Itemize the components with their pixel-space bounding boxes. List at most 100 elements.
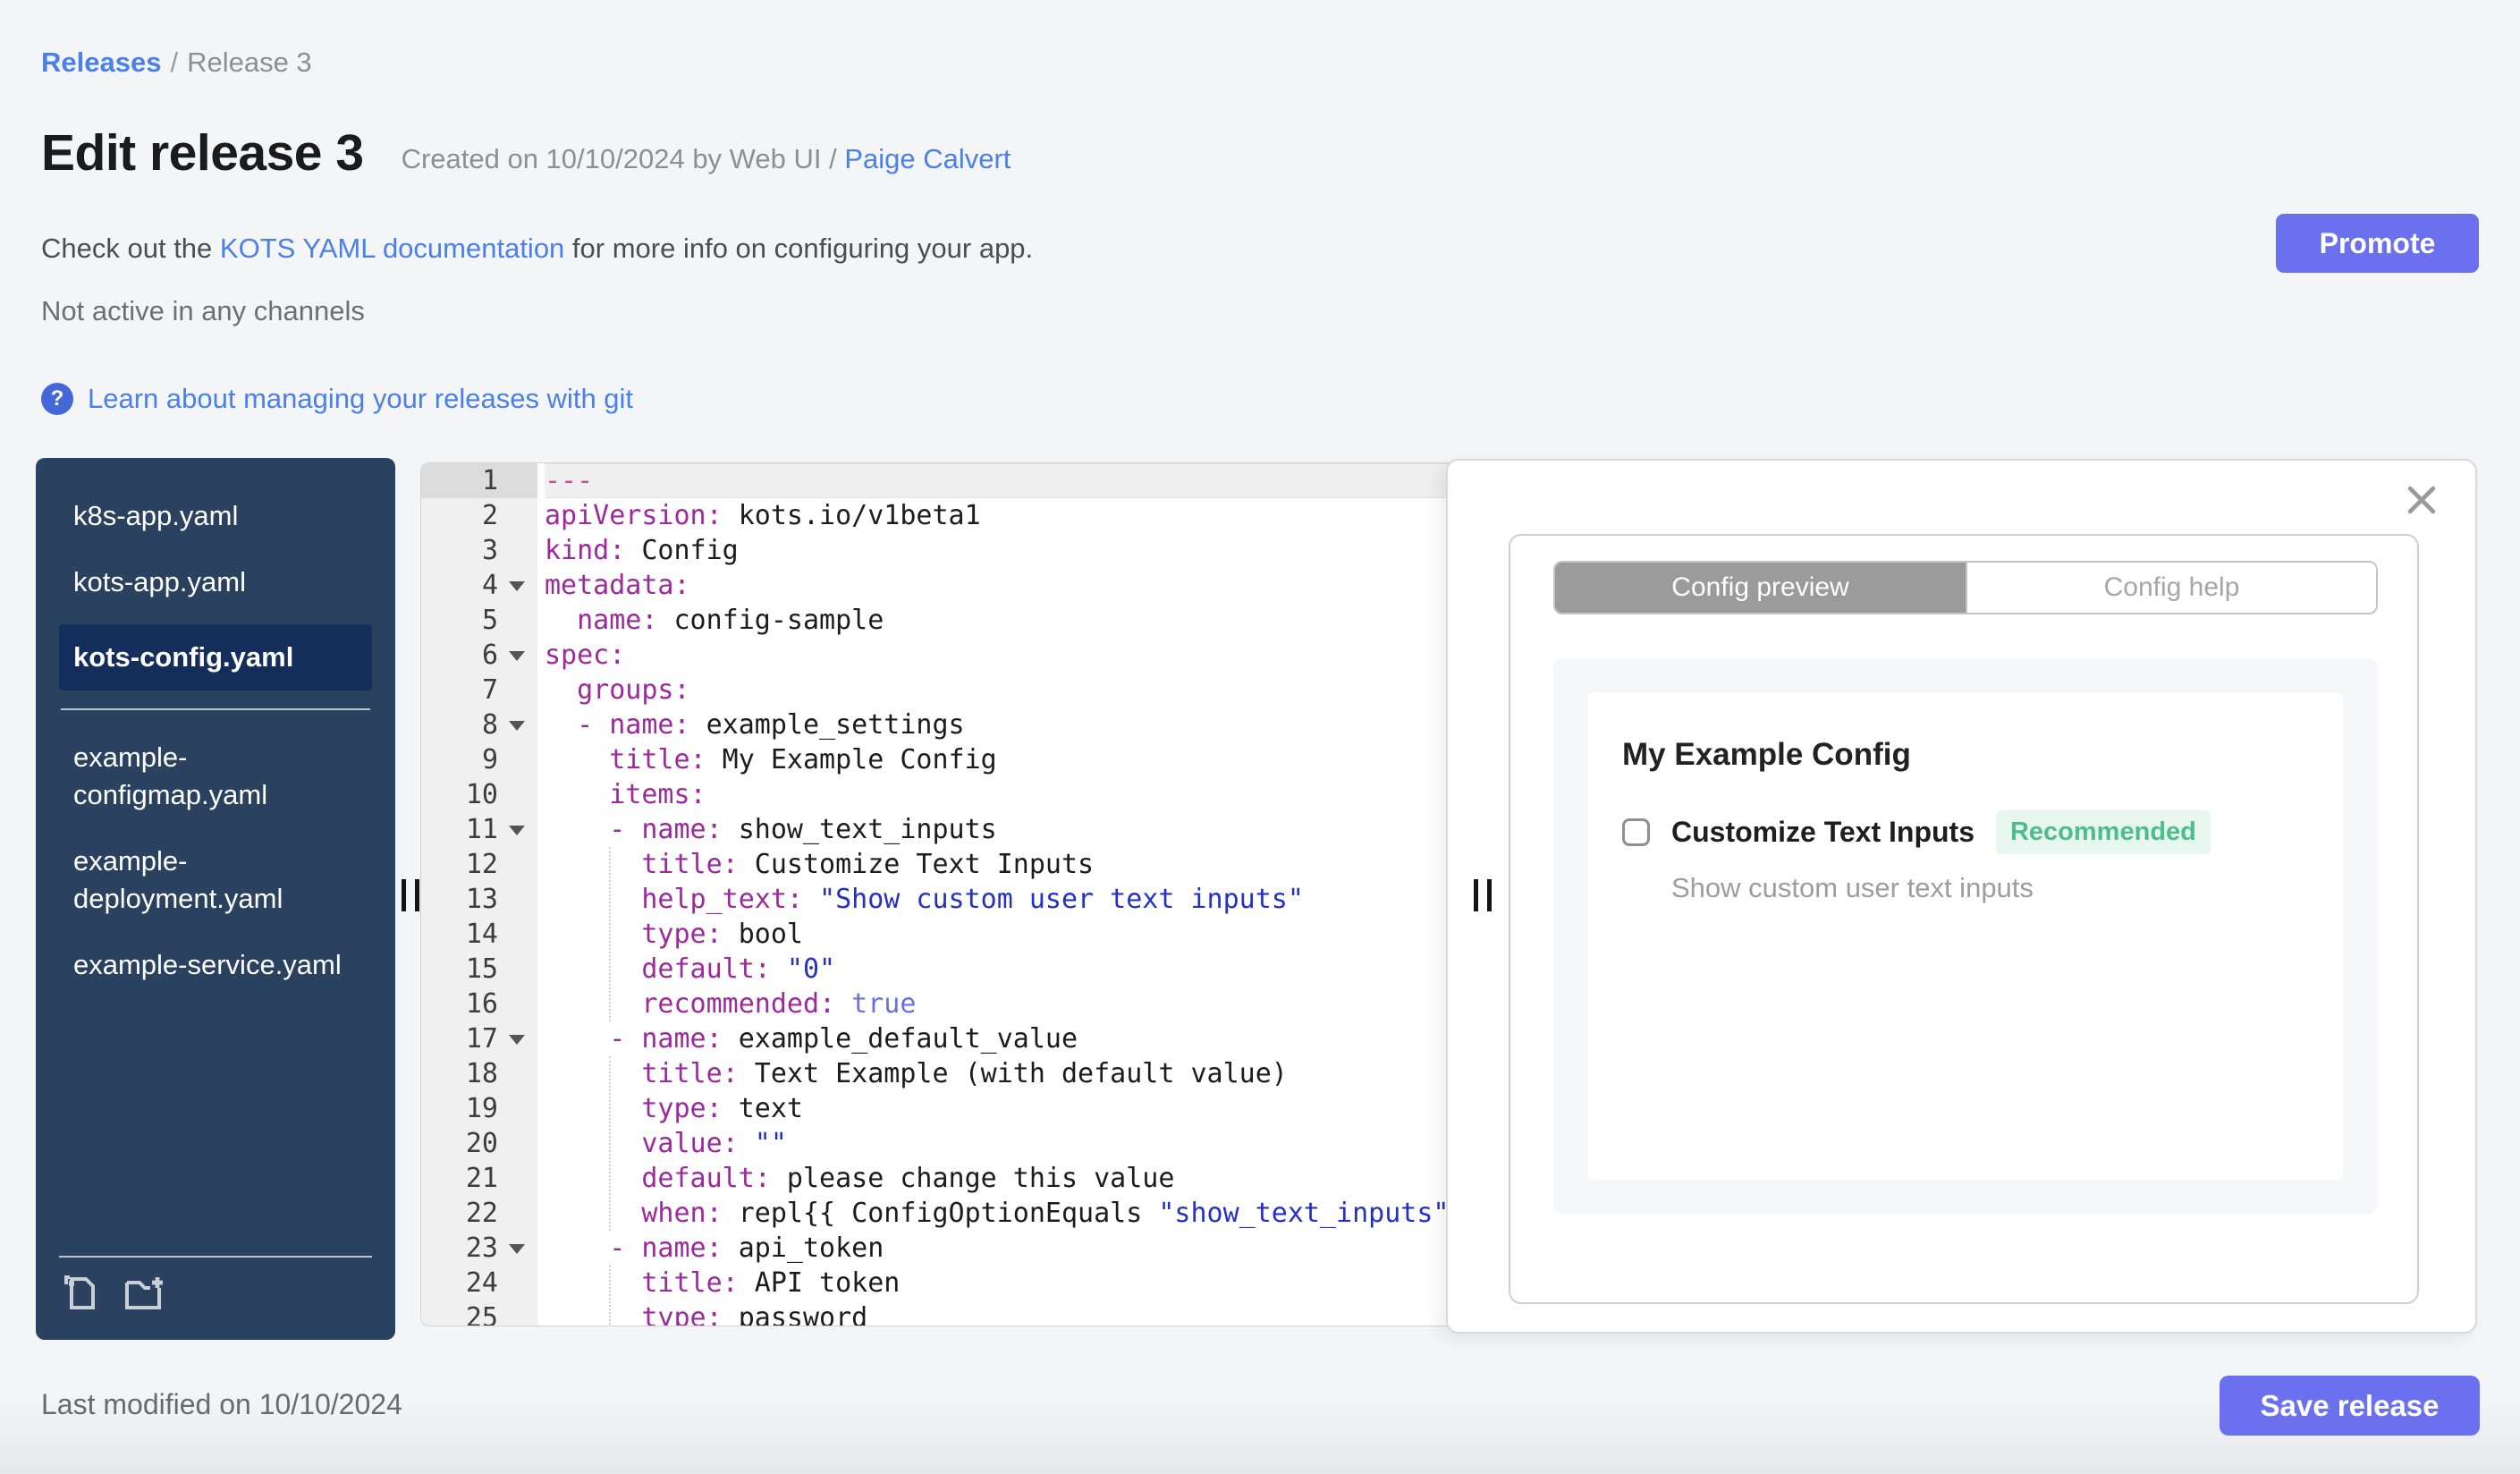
code-line-23: - name: api_token — [609, 1233, 884, 1264]
doc-line: Check out the KOTS YAML documentation fo… — [41, 233, 1033, 265]
line-number-3: 3 — [481, 535, 498, 566]
sidebar-file-kots-config.yaml[interactable]: kots-config.yaml — [59, 624, 372, 690]
code-line-4: metadata: — [545, 570, 690, 601]
code-line-18: title: Text Example (with default value) — [641, 1058, 1288, 1089]
line-number-22: 22 — [465, 1198, 498, 1229]
code-line-8: - name: example_settings — [577, 709, 965, 741]
breadcrumb-releases-link[interactable]: Releases — [41, 47, 161, 78]
fold-arrow-icon[interactable] — [509, 1035, 525, 1045]
file-sidebar: k8s-app.yaml kots-app.yaml kots-config.yam… — [36, 458, 395, 1340]
sidebar-file-k8s-app.yaml[interactable]: k8s-app.yaml — [59, 492, 372, 540]
config-preview-body: My Example Config Customize Text Inputs … — [1553, 658, 2378, 1214]
code-line-17: - name: example_default_value — [609, 1023, 1078, 1055]
code-line-7: groups: — [577, 674, 690, 706]
line-number-18: 18 — [465, 1058, 498, 1089]
code-line-16: recommended: true — [641, 988, 917, 1020]
indent-guide — [609, 1056, 612, 1231]
code-line-12: title: Customize Text Inputs — [641, 849, 1095, 880]
recommended-badge: Recommended — [1995, 810, 2211, 854]
line-number-14: 14 — [465, 919, 498, 950]
sidebar-resize-handle[interactable] — [402, 879, 419, 911]
doc-suffix: for more info on configuring your app. — [564, 233, 1034, 264]
line-number-19: 19 — [465, 1093, 498, 1124]
config-item-help: Show custom user text inputs — [1671, 872, 2034, 903]
line-number-10: 10 — [465, 779, 498, 810]
fold-arrow-icon[interactable] — [509, 826, 525, 835]
breadcrumb-separator: / — [170, 47, 179, 78]
line-number-25: 25 — [465, 1302, 498, 1326]
line-number-5: 5 — [481, 605, 498, 636]
fold-arrow-icon[interactable] — [509, 721, 525, 731]
config-item-row: Customize Text Inputs Recommended — [1622, 810, 2309, 854]
code-line-5: name: config-sample — [577, 605, 884, 636]
close-icon[interactable] — [2402, 480, 2441, 520]
code-line-2: apiVersion: kots.io/v1beta1 — [545, 500, 981, 531]
line-number-21: 21 — [465, 1163, 498, 1194]
yaml-editor[interactable]: 1 2 3 4 5 6 7 8 9 10 11 12 13 14 15 16 17 18 19 20 21 22 23 24 2… — [420, 462, 1464, 1326]
file-list: k8s-app.yaml kots-app.yaml kots-config.yam… — [59, 492, 372, 1256]
line-number-24: 24 — [465, 1267, 498, 1299]
line-number-23: 23 — [421, 1231, 537, 1266]
last-modified-text: Last modified on 10/10/2024 — [41, 1388, 402, 1420]
line-number-20: 20 — [465, 1128, 498, 1159]
created-text: Created on 10/10/2024 by Web UI / — [401, 143, 845, 174]
tab-config-help[interactable]: Config help — [1966, 563, 2376, 613]
line-number-17: 17 — [421, 1021, 537, 1056]
line-number-9: 9 — [481, 744, 498, 775]
line-number-2: 2 — [481, 500, 498, 531]
fold-arrow-icon[interactable] — [509, 1244, 525, 1254]
code-line-11: - name: show_text_inputs — [609, 814, 997, 845]
sidebar-file-example-service.yaml[interactable]: example-service.yaml — [59, 941, 372, 989]
sidebar-file-example-deployment.yaml[interactable]: example-deployment.yaml — [59, 837, 372, 923]
sidebar-footer — [59, 1256, 372, 1315]
fold-arrow-icon[interactable] — [509, 651, 525, 661]
title-row: Edit release 3 Created on 10/10/2024 by … — [41, 123, 1011, 182]
sidebar-file-kots-app.yaml[interactable]: kots-app.yaml — [59, 558, 372, 606]
code-line-10: items: — [609, 779, 706, 810]
config-group-title: My Example Config — [1622, 737, 1911, 772]
code-line-13: help_text: "Show custom user text inputs… — [641, 884, 1304, 915]
code-line-6: spec: — [545, 640, 626, 671]
line-number-16: 16 — [465, 988, 498, 1020]
git-releases-link[interactable]: Learn about managing your releases with … — [88, 383, 633, 415]
line-number-1: 1 — [421, 463, 537, 498]
customize-text-inputs-checkbox[interactable] — [1622, 818, 1650, 846]
code-line-25: type: password — [641, 1302, 868, 1326]
doc-prefix: Check out the — [41, 233, 220, 264]
help-question-icon: ? — [41, 383, 73, 415]
indent-guide — [609, 847, 612, 1021]
new-folder-icon[interactable] — [122, 1272, 168, 1315]
line-number-13: 13 — [465, 884, 498, 915]
author-link[interactable]: Paige Calvert — [844, 143, 1011, 174]
new-file-icon[interactable] — [59, 1272, 102, 1315]
fold-arrow-icon[interactable] — [509, 581, 525, 591]
line-number-8: 8 — [421, 707, 537, 742]
editor-gutter: 1 2 3 4 5 6 7 8 9 10 11 12 13 14 15 16 17 18 19 20 21 22 23 24 2… — [421, 463, 537, 1326]
config-preview-panel: Config preview Config help My Example Con… — [1446, 459, 2477, 1334]
kots-yaml-doc-link[interactable]: KOTS YAML documentation — [220, 233, 564, 264]
sidebar-divider — [61, 708, 370, 710]
code-line-22: when: repl{{ ConfigOptionEquals "show_te… — [641, 1198, 1450, 1229]
code-line-19: type: text — [641, 1093, 803, 1124]
config-preview-container: Config preview Config help My Example Con… — [1509, 534, 2419, 1304]
promote-button[interactable]: Promote — [2276, 214, 2479, 273]
save-release-button[interactable]: Save release — [2220, 1376, 2480, 1436]
line-number-4: 4 — [421, 568, 537, 603]
line-number-12: 12 — [465, 849, 498, 880]
tab-config-preview[interactable]: Config preview — [1555, 563, 1966, 613]
code-line-1: --- — [545, 463, 1464, 498]
created-meta: Created on 10/10/2024 by Web UI / Paige … — [402, 143, 1011, 175]
editor-code-area[interactable]: --- apiVersion: kots.io/v1beta1 kind: Conf… — [537, 463, 1464, 1326]
config-item-label[interactable]: Customize Text Inputs — [1671, 816, 1975, 849]
breadcrumb-current: Release 3 — [187, 47, 312, 78]
code-line-24: title: API token — [641, 1267, 901, 1299]
code-line-14: type: bool — [641, 919, 803, 950]
code-line-3: kind: Config — [545, 535, 739, 566]
git-help-row[interactable]: ? Learn about managing your releases wit… — [41, 383, 633, 415]
line-number-15: 15 — [465, 953, 498, 985]
indent-guide — [609, 1266, 612, 1326]
panel-resize-handle[interactable] — [1474, 879, 1492, 911]
page-title: Edit release 3 — [41, 124, 364, 182]
sidebar-file-example-configmap.yaml[interactable]: example-configmap.yaml — [59, 733, 372, 819]
channel-status: Not active in any channels — [41, 295, 365, 326]
